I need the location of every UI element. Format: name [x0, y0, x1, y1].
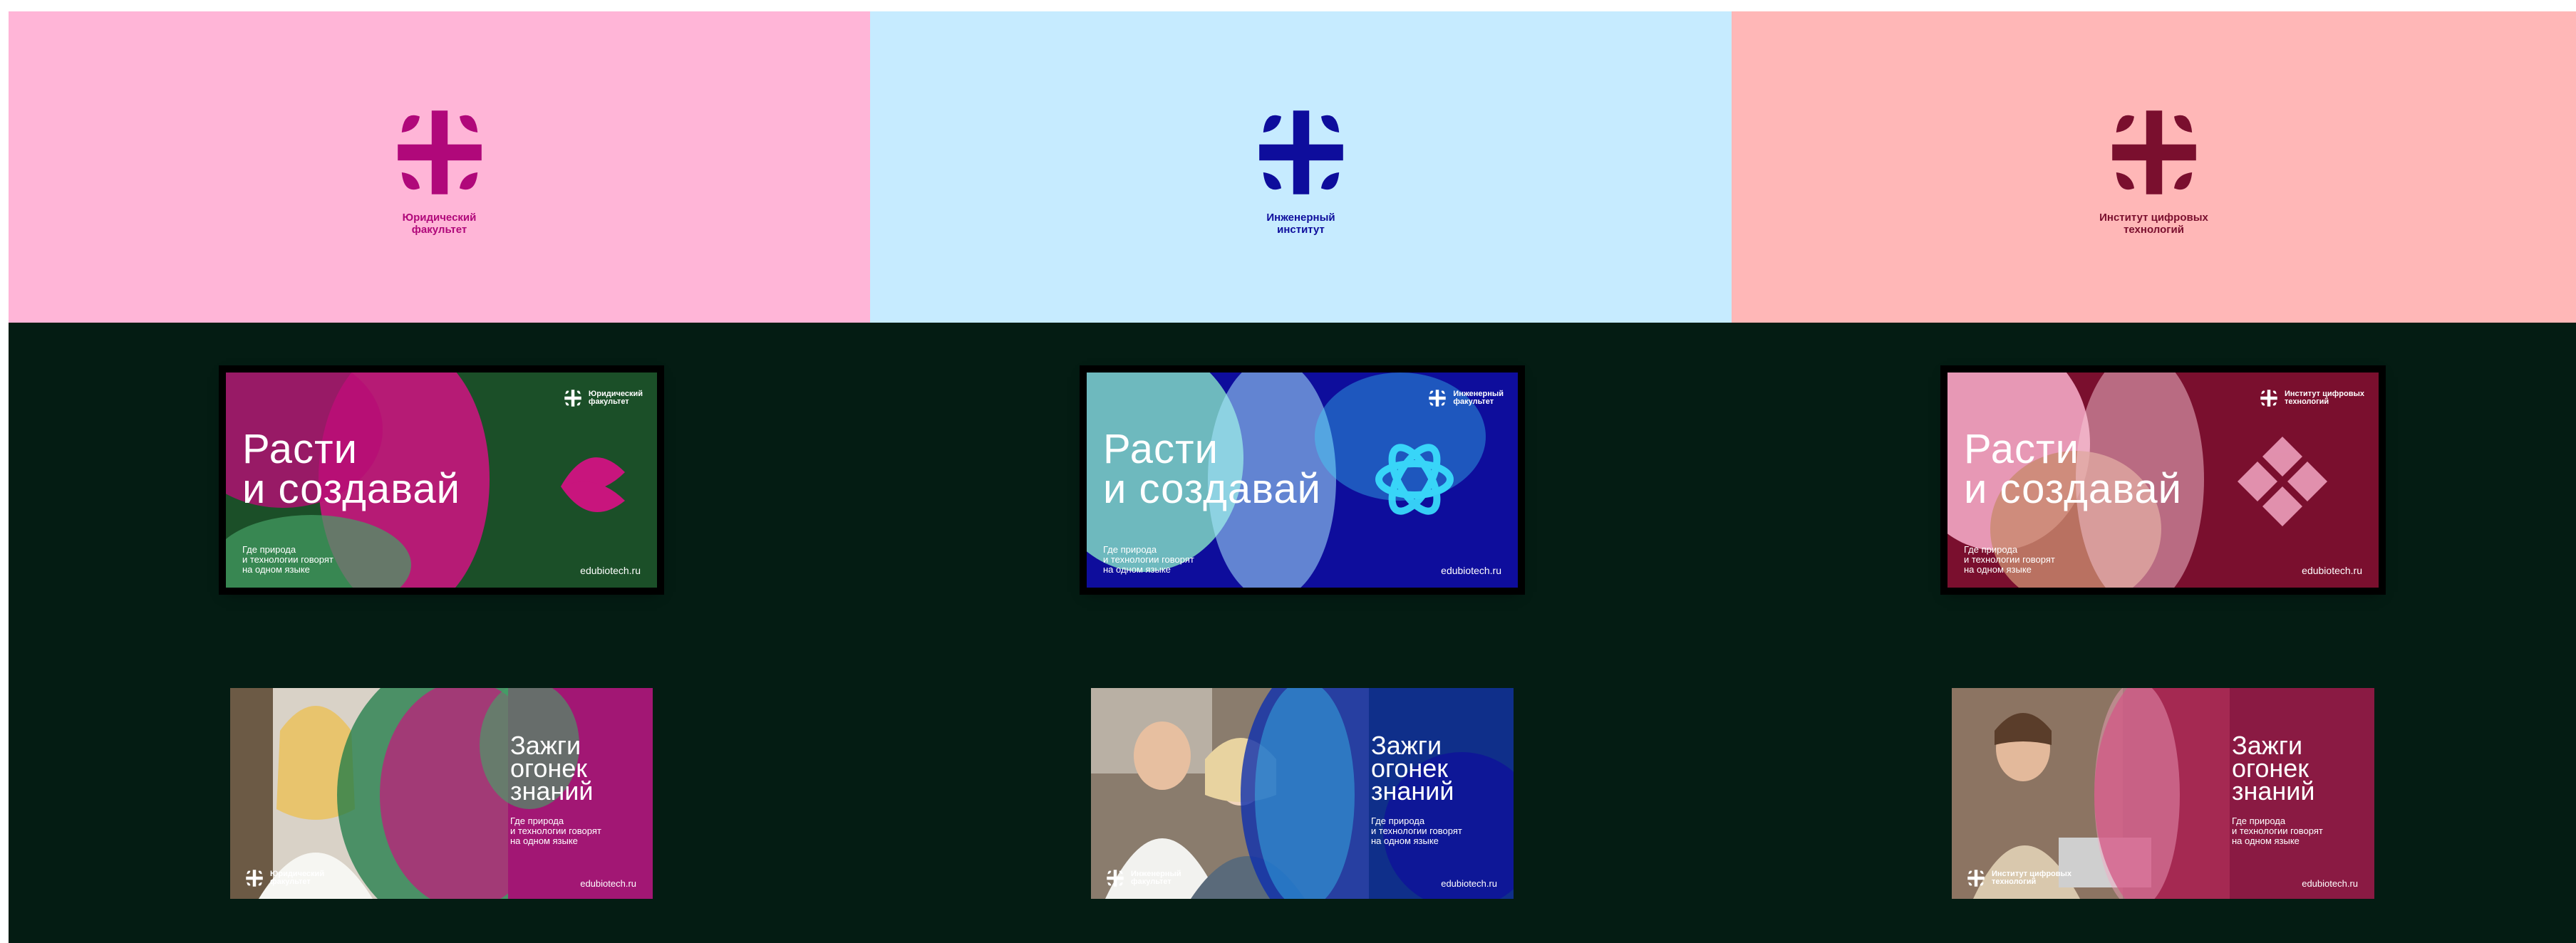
photo-banner-subtitle: Где природа и технологии говорят на одно… [1371, 816, 1462, 846]
banner-headline: Расти и создавай [1103, 426, 1322, 512]
banner-engineering: Инженерный факультет Расти и создавай Гд… [1087, 372, 1518, 588]
banner-subtitle: Где природа и технологии говорят на одно… [1964, 544, 2055, 575]
banner-url: edubiotech.ru [2302, 565, 2362, 576]
banner-headline: Расти и создавай [242, 426, 461, 512]
photo-banner-headline: Зажги огонек знаний [510, 731, 594, 806]
logo-panel-digital: Институт цифровых технологий [1732, 11, 2576, 323]
banner-digital: Институт цифровых технологий Расти и соз… [1947, 372, 2379, 588]
banner-headline: Расти и создавай [1964, 426, 2183, 512]
flower-logo-icon [397, 110, 482, 194]
flower-logo-icon [564, 390, 581, 407]
digital-logo-icon [2111, 110, 2196, 194]
presentation-frame: Юридический факультет Инженерный институ… [9, 11, 2576, 943]
banner-brand: Институт цифровых технологий [2259, 388, 2364, 408]
atom-logo-icon [1429, 390, 1447, 407]
photo-banner-headline: Зажги огонек знаний [1371, 731, 1454, 806]
photo-banner-url: edubiotech.ru [580, 878, 636, 889]
photo-banner-url: edubiotech.ru [1441, 878, 1497, 889]
banner-subtitle: Где природа и технологии говорят на одно… [242, 544, 333, 575]
photo-banner-brand: Институт цифровых технологий [1966, 868, 2071, 888]
photo-banner-digital: Зажги огонек знаний Где природа и технол… [1952, 688, 2374, 899]
photo-banner-engineering: Зажги огонек знаний Где природа и технол… [1091, 688, 1514, 899]
photo-banner-brand: Юридический факультет [244, 868, 324, 888]
banner-url: edubiotech.ru [580, 565, 641, 576]
logo-panel-engineering: Инженерный институт [870, 11, 1732, 323]
atom-logo-icon [1258, 110, 1343, 194]
digital-logo-icon [1967, 870, 1985, 887]
banner-brand: Юридический факультет [563, 388, 643, 408]
banner-url: edubiotech.ru [1441, 565, 1501, 576]
photo-banner-brand: Инженерный факультет [1105, 868, 1181, 888]
logo-caption: Юридический факультет [402, 212, 477, 236]
digital-logo-icon [2260, 390, 2277, 407]
banner-subtitle: Где природа и технологии говорят на одно… [1103, 544, 1194, 575]
flower-logo-icon [246, 870, 263, 887]
logo-caption: Инженерный институт [1266, 212, 1335, 236]
banner-brand: Инженерный факультет [1427, 388, 1504, 408]
logo-panel-law: Юридический факультет [9, 11, 870, 323]
photo-banner-subtitle: Где природа и технологии говорят на одно… [2232, 816, 2323, 846]
photo-banner-url: edubiotech.ru [2302, 878, 2358, 889]
atom-logo-icon [1107, 870, 1124, 887]
photo-banner-subtitle: Где природа и технологии говорят на одно… [510, 816, 601, 846]
banner-law: Юридический факультет Расти и создавай Г… [226, 372, 657, 588]
logo-caption: Институт цифровых технологий [2099, 212, 2208, 236]
photo-banner-law: Зажги огонек знаний Где природа и технол… [230, 688, 653, 899]
photo-banner-headline: Зажги огонек знаний [2232, 731, 2315, 806]
